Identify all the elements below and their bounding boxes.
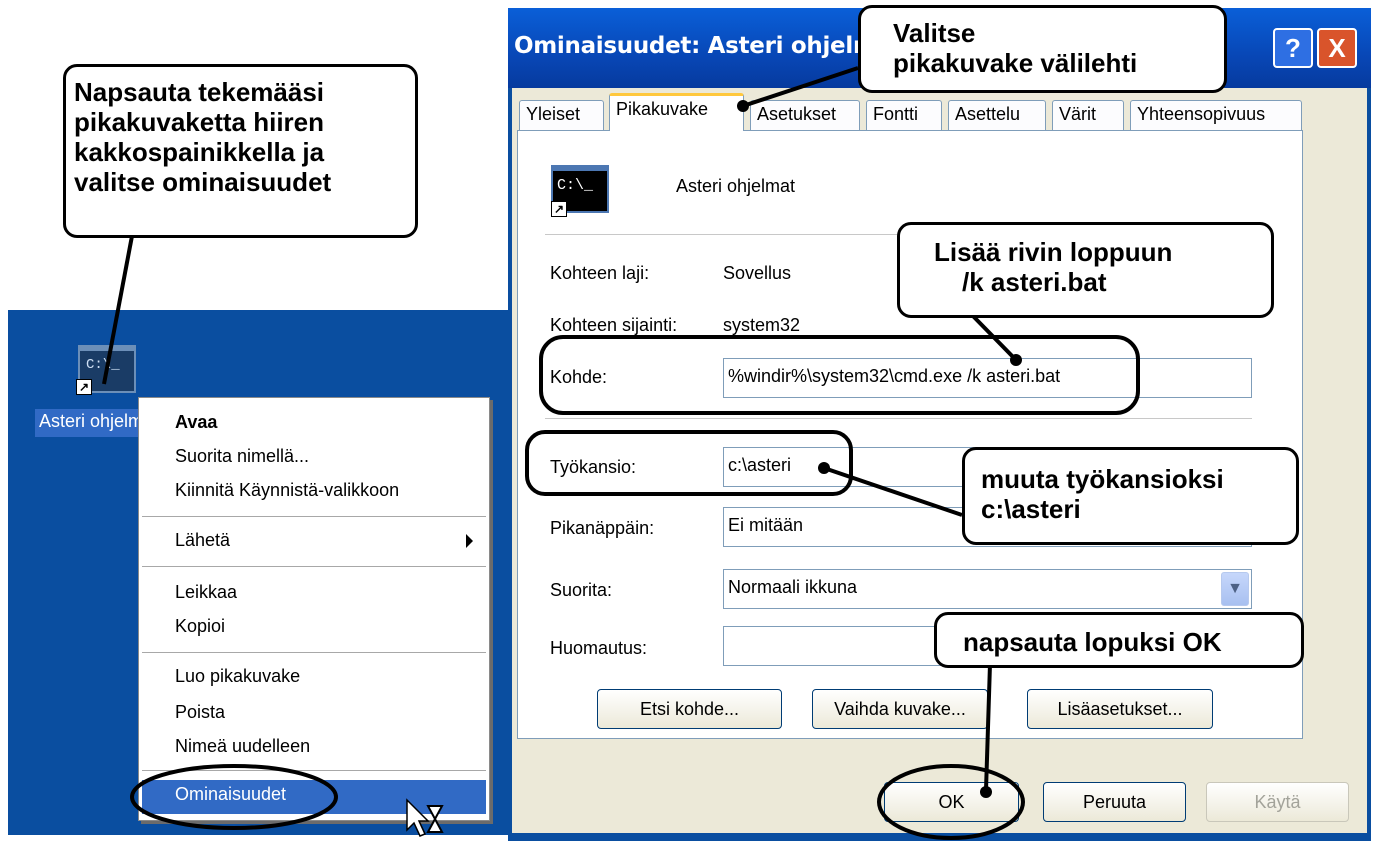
menu-separator	[142, 516, 486, 517]
start-in-label: Työkansio:	[550, 457, 637, 477]
apply-button[interactable]: Käytä	[1206, 782, 1349, 822]
shortcut-arrow-icon: ↗	[551, 201, 567, 217]
callout-append-argument: Lisää rivin loppuun /k asteri.bat	[897, 222, 1274, 318]
ok-button[interactable]: OK	[884, 782, 1019, 822]
menu-item-create-shortcut[interactable]: Luo pikakuvake	[175, 666, 300, 687]
callout-line: kakkospainikkella ja	[74, 137, 325, 167]
chevron-down-icon[interactable]: ▼	[1221, 572, 1249, 606]
shortcut-name: Asteri ohjelmat	[676, 176, 796, 196]
menu-item-cut[interactable]: Leikkaa	[175, 582, 237, 603]
cancel-button[interactable]: Peruuta	[1043, 782, 1186, 822]
close-button[interactable]: X	[1317, 28, 1357, 68]
menu-item-send-to[interactable]: Lähetä	[175, 530, 485, 551]
dialog-title: Ominaisuudet: Asteri ohjelmat	[514, 33, 903, 59]
help-button[interactable]: ?	[1273, 28, 1313, 68]
callout-right-click: Napsauta tekemääsi pikakuvaketta hiiren …	[63, 64, 418, 238]
menu-item-delete[interactable]: Poista	[175, 702, 225, 723]
desktop-icon-label[interactable]: Asteri ohjelmat	[35, 409, 139, 437]
menu-separator	[142, 770, 486, 771]
callout-working-folder: muuta työkansioksi c:\asteri	[962, 447, 1299, 545]
menu-item-send-to-label: Lähetä	[175, 530, 231, 550]
target-location-value: system32	[723, 315, 801, 335]
target-type-label: Kohteen laji:	[550, 263, 650, 283]
menu-item-copy[interactable]: Kopioi	[175, 616, 225, 637]
comment-label: Huomautus:	[550, 638, 648, 658]
callout-press-ok: napsauta lopuksi OK	[934, 612, 1304, 668]
context-menu: Avaa Suorita nimellä... Kiinnitä Käynnis…	[138, 397, 490, 821]
callout-line: Valitse	[893, 18, 976, 48]
callout-line: valitse ominaisuudet	[74, 167, 332, 197]
run-select-value: Normaali ikkuna	[728, 577, 858, 597]
callout-select-tab: Valitse pikakuvake välilehti	[858, 5, 1227, 93]
tab-compatibility[interactable]: Yhteensopivuus	[1130, 100, 1302, 130]
tab-shortcut[interactable]: Pikakuvake	[609, 93, 744, 131]
target-input[interactable]: %windir%\system32\cmd.exe /k asteri.bat	[723, 358, 1252, 398]
advanced-button[interactable]: Lisäasetukset...	[1027, 689, 1213, 729]
shortcut-desktop-icon[interactable]: C:\_ ↗	[72, 345, 144, 401]
submenu-arrow-icon	[466, 534, 473, 548]
menu-separator	[142, 652, 486, 653]
menu-item-pin-start[interactable]: Kiinnitä Käynnistä-valikkoon	[175, 480, 399, 501]
hotkey-label: Pikanäppäin:	[550, 518, 655, 538]
callout-line: Napsauta tekemääsi	[74, 77, 325, 107]
find-target-button[interactable]: Etsi kohde...	[597, 689, 782, 729]
change-icon-button[interactable]: Vaihda kuvake...	[812, 689, 988, 729]
target-type-value: Sovellus	[723, 263, 792, 283]
divider	[545, 418, 1252, 419]
menu-item-rename[interactable]: Nimeä uudelleen	[175, 736, 310, 757]
tab-font[interactable]: Fontti	[866, 100, 942, 130]
target-label: Kohde:	[550, 367, 608, 387]
callout-line: pikakuvaketta hiiren	[74, 107, 324, 137]
tab-colors[interactable]: Värit	[1052, 100, 1124, 130]
callout-line: pikakuvake välilehti	[893, 48, 1138, 78]
run-label: Suorita:	[550, 580, 613, 600]
menu-separator	[142, 566, 486, 567]
tab-options[interactable]: Asetukset	[750, 100, 860, 130]
callout-line: muuta työkansioksi	[981, 464, 1224, 494]
target-location-label: Kohteen sijainti:	[550, 315, 678, 335]
tab-layout[interactable]: Asettelu	[948, 100, 1046, 130]
menu-item-properties[interactable]: Ominaisuudet	[142, 780, 486, 814]
callout-line: c:\asteri	[981, 494, 1081, 524]
shortcut-arrow-icon: ↗	[76, 379, 92, 395]
callout-line: napsauta lopuksi OK	[963, 627, 1222, 657]
console-icon-text: C:\_	[557, 177, 594, 194]
callout-line: Lisää rivin loppuun	[934, 237, 1173, 267]
menu-item-open[interactable]: Avaa	[175, 412, 217, 433]
callout-line: /k asteri.bat	[962, 267, 1107, 297]
run-select[interactable]: Normaali ikkuna ▼	[723, 569, 1252, 609]
menu-item-run-as[interactable]: Suorita nimellä...	[175, 446, 309, 467]
tab-general[interactable]: Yleiset	[519, 100, 604, 130]
console-icon-text: C:\_	[86, 357, 120, 373]
shortcut-icon: C:\_ ↗	[551, 165, 611, 217]
